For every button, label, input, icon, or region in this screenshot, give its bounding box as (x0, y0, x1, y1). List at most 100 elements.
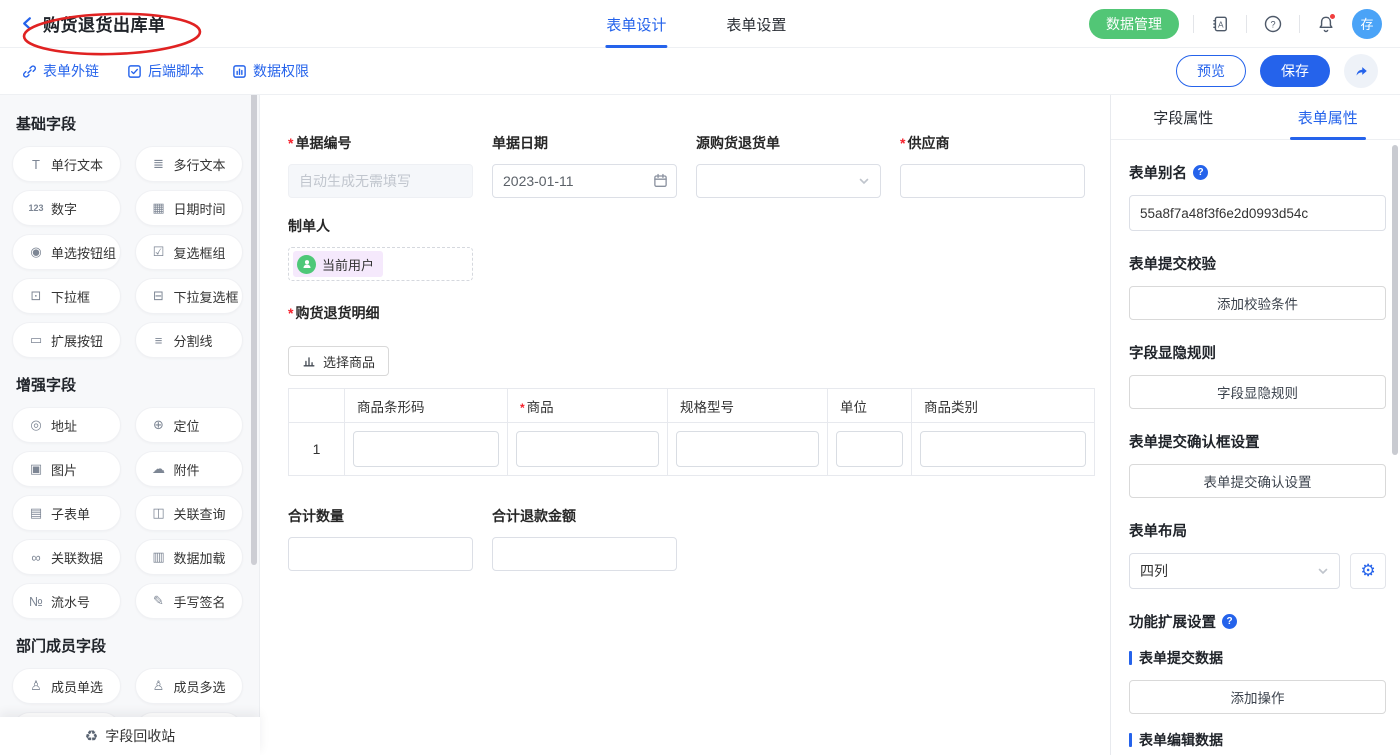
bill-date-input[interactable] (492, 164, 677, 198)
sidebar-item-location[interactable]: ⊕定位 (135, 407, 244, 443)
total-qty-input[interactable] (288, 537, 473, 571)
field-recycle-bin[interactable]: ♻ 字段回收站 (0, 717, 260, 755)
required-mark: * (520, 401, 525, 415)
sidebar-item-divider[interactable]: ≡分割线 (135, 322, 244, 358)
user-guide-icon[interactable]: A (1208, 12, 1232, 36)
submit-data-add-button[interactable]: 添加操作 (1129, 680, 1386, 714)
total-refund-input[interactable] (492, 537, 677, 571)
sidebar-item-dropdown[interactable]: ⊡下拉框 (12, 278, 121, 314)
toolbar-link-backend-script[interactable]: 后端脚本 (127, 61, 204, 81)
layout-settings-button[interactable]: ⚙ (1350, 553, 1386, 589)
subtable-cell-input[interactable] (676, 431, 819, 467)
tab-form-properties[interactable]: 表单属性 (1256, 95, 1400, 139)
subtable-cell-input[interactable] (516, 431, 659, 467)
choose-product-button[interactable]: 选择商品 (288, 346, 389, 376)
subtable-cell-input[interactable] (920, 431, 1086, 467)
share-button[interactable] (1344, 54, 1378, 88)
avatar[interactable]: 存 (1352, 9, 1382, 39)
sidebar-item-number[interactable]: 123数字 (12, 190, 121, 226)
sidebar-item-checkbox-group[interactable]: ☑复选框组 (135, 234, 244, 270)
subtable-cell-input[interactable] (836, 431, 903, 467)
sidebar-item-data-load[interactable]: ▥数据加载 (135, 539, 244, 575)
sidebar-item-label: 单选按钮组 (51, 243, 116, 262)
extend-button-icon: ▭ (28, 332, 44, 348)
toolbar-link-data-permission[interactable]: 数据权限 (232, 61, 309, 81)
bill-no-input[interactable] (288, 164, 473, 198)
data-manage-button[interactable]: 数据管理 (1089, 9, 1179, 39)
current-user-chip: 当前用户 (293, 251, 383, 277)
sidebar-item-datetime[interactable]: ▦日期时间 (135, 190, 244, 226)
field-supplier[interactable]: *供应商 (900, 133, 1085, 198)
toolbar-link-label: 后端脚本 (148, 61, 204, 81)
field-source-order[interactable]: 源购货退货单 (696, 133, 881, 198)
field-total-qty[interactable]: 合计数量 (288, 506, 473, 571)
subtable-col-header: 商品类别 (912, 389, 1095, 423)
svg-text:A: A (1218, 19, 1224, 29)
subtable-row: 1 (289, 423, 1095, 476)
panel-scrollbar[interactable] (1392, 145, 1398, 455)
topbar-left: 购货退货出库单 (0, 11, 360, 36)
add-validation-button[interactable]: 添加校验条件 (1129, 286, 1386, 320)
tab-field-properties[interactable]: 字段属性 (1111, 95, 1256, 139)
sidebar-item-related-data[interactable]: ∞关联数据 (12, 539, 121, 575)
sidebar-item-member-single[interactable]: ♙成员单选 (12, 668, 121, 704)
separator (1299, 15, 1300, 33)
data-load-icon: ▥ (151, 549, 167, 565)
sidebar-item-multi-line-text[interactable]: ≣多行文本 (135, 146, 244, 182)
supplier-input[interactable] (900, 164, 1085, 198)
toolbar-link-external[interactable]: 表单外链 (22, 61, 99, 81)
subtable-cell (912, 423, 1095, 476)
sidebar-item-serial-number[interactable]: №流水号 (12, 583, 121, 619)
sidebar-item-label: 流水号 (51, 592, 90, 611)
data-permission-icon (232, 64, 247, 79)
question-circle-icon[interactable]: ? (1193, 165, 1208, 180)
calendar-icon[interactable] (653, 173, 668, 193)
sidebar-item-address[interactable]: ◎地址 (12, 407, 121, 443)
confirm-box-button[interactable]: 表单提交确认设置 (1129, 464, 1386, 498)
sidebar-item-dropdown-multi[interactable]: ⊟下拉复选框 (135, 278, 244, 314)
sidebar-item-image[interactable]: ▣图片 (12, 451, 121, 487)
sidebar-item-radio-group[interactable]: ◉ 单选按钮组 (12, 234, 121, 270)
sidebar-item-single-line-text[interactable]: T单行文本 (12, 146, 121, 182)
dropdown-icon: ⊡ (28, 288, 44, 304)
back-icon[interactable] (20, 16, 35, 31)
field-bill-date[interactable]: 单据日期 (492, 133, 677, 198)
number-icon: 123 (28, 203, 44, 213)
sidebar-item-label: 单行文本 (51, 155, 103, 174)
source-order-select[interactable] (696, 164, 881, 198)
sidebar-section-title: 增强字段 (16, 374, 243, 395)
detail-subtable: 商品条形码*商品规格型号单位商品类别 1 (288, 388, 1095, 476)
toolbar-link-label: 表单外链 (43, 61, 99, 81)
sidebar-item-related-query[interactable]: ◫关联查询 (135, 495, 244, 531)
sidebar-item-subform[interactable]: ▤子表单 (12, 495, 121, 531)
sidebar-item-attachment[interactable]: ☁附件 (135, 451, 244, 487)
subtable-body: 1 (289, 423, 1095, 476)
field-visibility-button[interactable]: 字段显隐规则 (1129, 375, 1386, 409)
tab-form-design[interactable]: 表单设计 (606, 0, 666, 48)
address-icon: ◎ (28, 417, 44, 433)
field-creator[interactable]: 制单人 当前用户 (288, 216, 473, 281)
field-label: 制单人 (288, 216, 473, 236)
question-circle-icon[interactable]: ? (1222, 614, 1237, 629)
external-link-icon (22, 64, 37, 79)
sidebar-item-signature[interactable]: ✎手写签名 (135, 583, 244, 619)
sidebar-item-member-multi[interactable]: ♙成员多选 (135, 668, 244, 704)
field-bill-no[interactable]: *单据编号 (288, 133, 473, 198)
sidebar-item-label: 成员单选 (51, 677, 103, 696)
preview-button[interactable]: 预览 (1176, 55, 1246, 87)
form-toolbar: 表单外链 后端脚本 数据权限 预览 保存 (0, 48, 1400, 95)
chevron-down-icon (858, 175, 870, 187)
field-label: 源购货退货单 (696, 133, 881, 153)
help-icon[interactable]: ? (1261, 12, 1285, 36)
field-total-refund[interactable]: 合计退款金额 (492, 506, 677, 571)
sidebar-item-extend-button[interactable]: ▭扩展按钮 (12, 322, 121, 358)
tab-form-settings[interactable]: 表单设置 (726, 0, 786, 48)
creator-field-box[interactable]: 当前用户 (288, 247, 473, 281)
form-alias-input[interactable] (1129, 195, 1386, 231)
chevron-down-icon (1317, 565, 1329, 577)
notification-bell-icon[interactable] (1314, 12, 1338, 36)
save-button[interactable]: 保存 (1260, 55, 1330, 87)
radio-group-icon: ◉ (28, 244, 44, 260)
subtable-cell-input[interactable] (353, 431, 499, 467)
layout-select[interactable]: 四列 (1129, 553, 1340, 589)
